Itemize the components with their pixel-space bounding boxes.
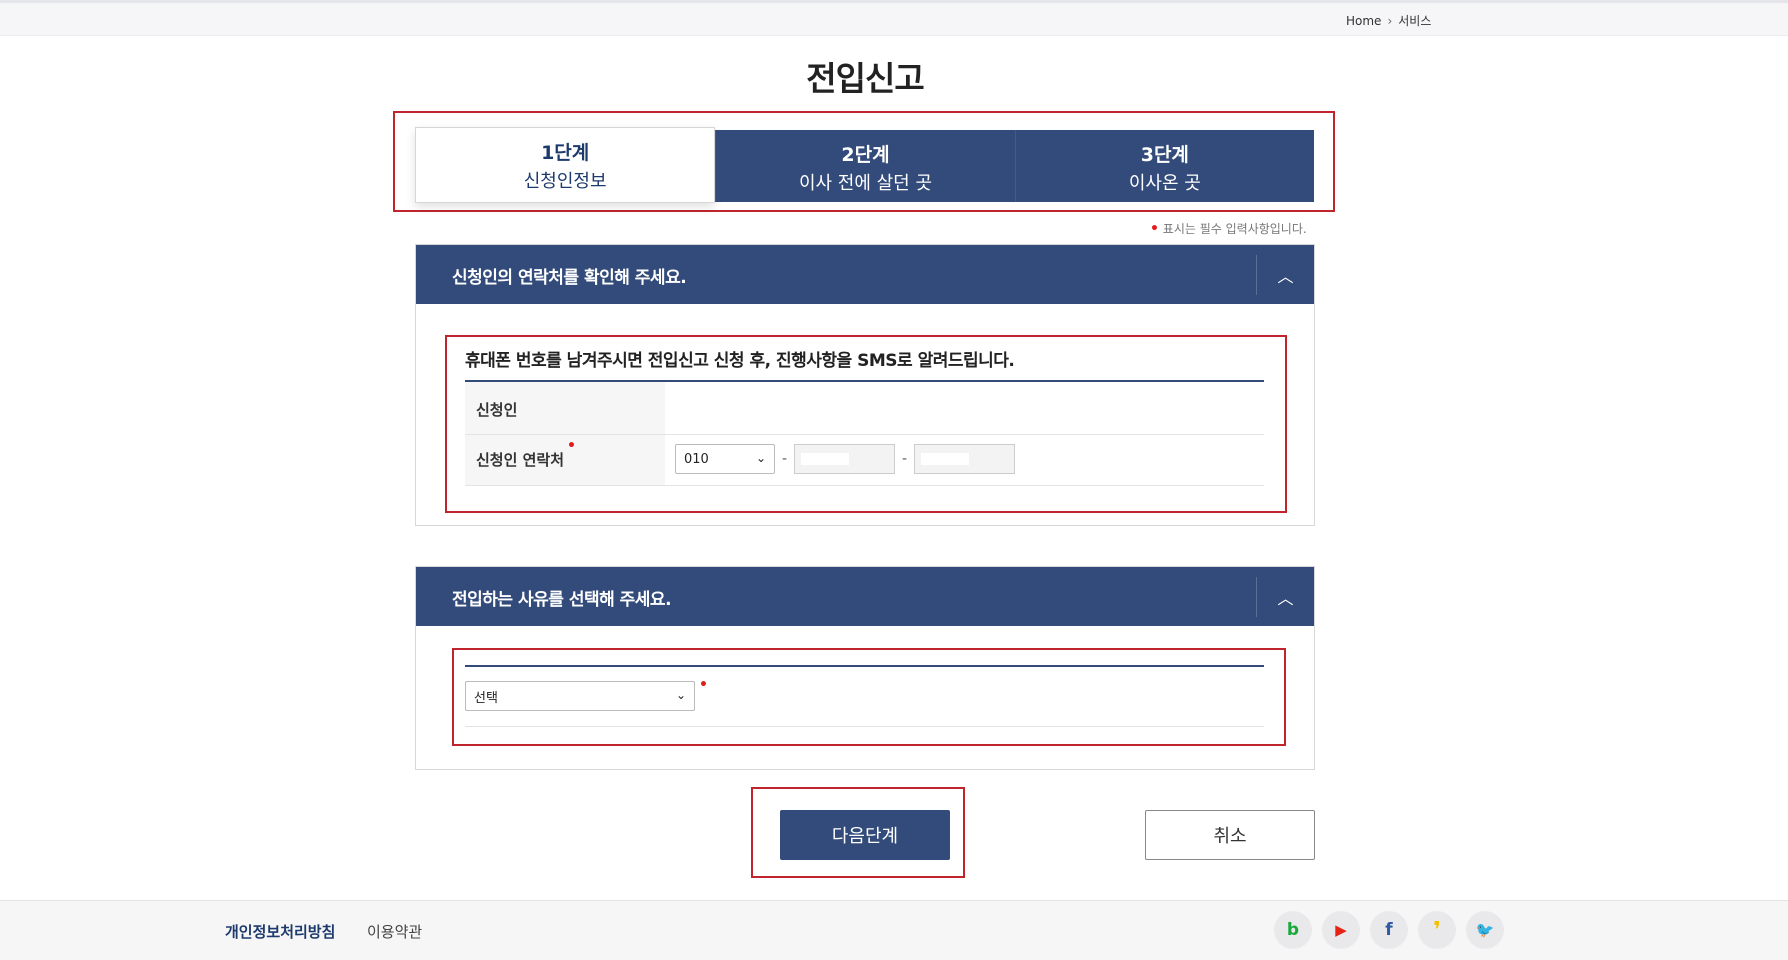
footer: 개인정보처리방침 이용약관 b ▶ f ❜ 🐦 — [0, 900, 1788, 960]
required-dot-icon: • — [1150, 221, 1159, 237]
contact-section-header: 신청인의 연락처를 확인해 주세요. ︿ — [416, 245, 1314, 304]
phone-middle-input[interactable] — [794, 444, 895, 474]
breadcrumb: Home › 서비스 — [1346, 12, 1431, 29]
step-1-number: 1단계 — [541, 142, 590, 164]
required-note: • 표시는 필수 입력사항입니다. — [1150, 220, 1307, 237]
masked-value — [921, 453, 969, 465]
applicant-label: 신청인 — [476, 401, 518, 419]
chevron-down-icon: ⌄ — [755, 451, 766, 465]
cancel-button[interactable]: 취소 — [1145, 810, 1315, 860]
chevron-up-icon[interactable]: ︿ — [1256, 255, 1314, 295]
youtube-icon[interactable]: ▶ — [1322, 911, 1360, 949]
next-step-button[interactable]: 다음단계 — [780, 810, 950, 860]
contact-section-title: 신청인의 연락처를 확인해 주세요. — [452, 268, 687, 288]
top-bar: Home › 서비스 — [0, 0, 1788, 36]
chevron-down-icon: ⌄ — [675, 688, 686, 702]
twitter-icon[interactable]: 🐦 — [1466, 911, 1504, 949]
kakaostory-icon[interactable]: ❜ — [1418, 911, 1456, 949]
required-note-text: 표시는 필수 입력사항입니다. — [1162, 222, 1307, 236]
step-2-name: 이사 전에 살던 곳 — [798, 173, 933, 194]
phone-prefix-select[interactable]: 010 ⌄ — [675, 444, 775, 474]
reason-section-header: 전입하는 사유를 선택해 주세요. ︿ — [416, 567, 1314, 626]
row-divider — [465, 726, 1264, 727]
reason-select[interactable]: 선택 ⌄ — [465, 681, 695, 711]
dash-separator: - — [902, 451, 908, 467]
reason-top-line — [465, 665, 1264, 667]
step-2-number: 2단계 — [841, 144, 890, 166]
required-dot-icon: • — [567, 438, 576, 454]
step-indicator: 1단계 신청인정보 2단계 이사 전에 살던 곳 3단계 이사온 곳 — [415, 127, 1314, 203]
facebook-icon[interactable]: f — [1370, 911, 1408, 949]
step-3-number: 3단계 — [1140, 144, 1189, 166]
step-3-name: 이사온 곳 — [1128, 173, 1201, 194]
step-1-tab[interactable]: 1단계 신청인정보 — [415, 127, 716, 203]
terms-link[interactable]: 이용약관 — [367, 921, 422, 942]
reason-select-value: 선택 — [474, 690, 498, 706]
breadcrumb-home-link[interactable]: Home — [1346, 14, 1381, 28]
chevron-right-icon: › — [1387, 13, 1393, 28]
sms-notice: 휴대폰 번호를 남겨주시면 전입신고 신청 후, 진행사항을 SMS로 알려드립… — [465, 351, 1015, 371]
privacy-policy-link[interactable]: 개인정보처리방침 — [225, 921, 335, 942]
phone-last-input[interactable] — [914, 444, 1015, 474]
breadcrumb-current[interactable]: 서비스 — [1398, 12, 1431, 29]
row-divider — [465, 485, 1264, 486]
reason-section-title: 전입하는 사유를 선택해 주세요. — [452, 590, 672, 610]
blog-icon[interactable]: b — [1274, 911, 1312, 949]
step-1-name: 신청인정보 — [523, 171, 607, 192]
step-3-tab[interactable]: 3단계 이사온 곳 — [1014, 130, 1314, 202]
page-title: 전입신고 — [806, 59, 924, 98]
required-dot-icon: • — [699, 677, 708, 693]
phone-prefix-value: 010 — [684, 451, 709, 467]
chevron-up-icon[interactable]: ︿ — [1256, 577, 1314, 617]
masked-value — [801, 453, 849, 465]
step-2-tab[interactable]: 2단계 이사 전에 살던 곳 — [715, 130, 1015, 202]
dash-separator: - — [782, 451, 788, 467]
contact-label: 신청인 연락처 — [476, 451, 565, 469]
